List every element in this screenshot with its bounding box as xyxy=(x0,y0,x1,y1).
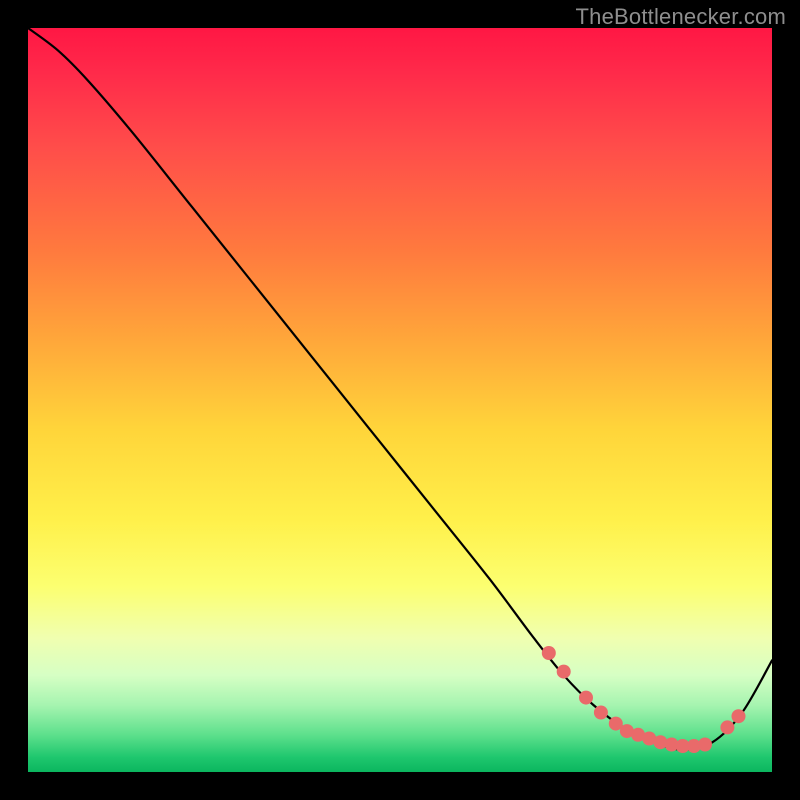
data-marker xyxy=(594,706,608,720)
data-marker xyxy=(557,665,571,679)
bottleneck-curve xyxy=(28,28,772,750)
data-marker xyxy=(698,738,712,752)
data-marker xyxy=(720,720,734,734)
marker-group xyxy=(542,646,746,753)
data-marker xyxy=(542,646,556,660)
chart-frame: TheBottlenecker.com xyxy=(0,0,800,800)
chart-svg xyxy=(28,28,772,772)
chart-plot-area xyxy=(28,28,772,772)
data-marker xyxy=(579,691,593,705)
attribution-text: TheBottlenecker.com xyxy=(576,4,786,30)
data-marker xyxy=(732,709,746,723)
